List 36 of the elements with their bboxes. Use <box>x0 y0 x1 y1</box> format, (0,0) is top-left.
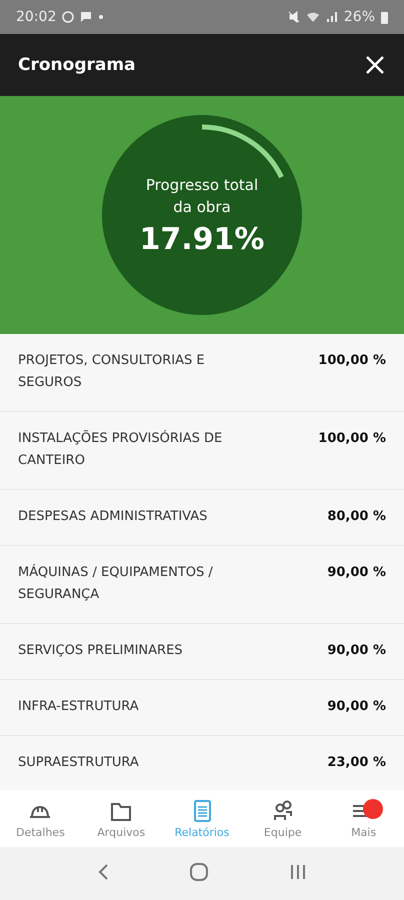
wifi-icon <box>306 11 320 23</box>
nav-tab[interactable]: Mais <box>323 790 404 847</box>
nav-tab[interactable]: Detalhes <box>0 790 81 847</box>
item-percent: 90,00 % <box>327 642 386 660</box>
progress-label: Progresso total da obra <box>144 174 260 218</box>
notification-dot-icon <box>98 14 104 20</box>
item-name: PROJETOS, CONSULTORIAS E SEGUROS <box>18 352 206 392</box>
nav-tab[interactable]: Equipe <box>242 790 324 847</box>
message-icon <box>80 11 92 23</box>
nav-tab[interactable]: Relatórios <box>162 790 242 847</box>
item-percent: 100,00 % <box>318 430 386 448</box>
item-name: SUPRAESTRUTURA <box>18 754 139 772</box>
item-percent: 100,00 % <box>318 352 386 370</box>
item-name: DESPESAS ADMINISTRATIVAS <box>18 508 208 526</box>
helmet-icon <box>29 806 52 818</box>
signal-icon <box>326 11 338 23</box>
screen-title: Cronograma <box>18 55 136 75</box>
item-name: MÁQUINAS / EQUIPAMENTOS / SEGURANÇA <box>18 563 214 604</box>
mute-icon <box>288 11 300 23</box>
menu-icon <box>352 804 370 816</box>
battery-level: 26% <box>344 9 375 25</box>
item-percent: 90,00 % <box>327 698 386 716</box>
team-icon <box>274 800 292 820</box>
item-name: INSTALAÇÕES PROVISÓRIAS DE CANTEIRO <box>18 429 224 470</box>
progress-value: 17.91% <box>140 222 264 256</box>
item-percent: 23,00 % <box>327 754 386 772</box>
folder-icon <box>111 802 132 820</box>
status-time: 20:02 <box>16 9 56 25</box>
close-icon[interactable] <box>364 54 386 76</box>
report-icon <box>194 800 211 822</box>
item-percent: 90,00 % <box>327 564 386 582</box>
item-percent: 80,00 % <box>327 508 386 526</box>
item-name: SERVIÇOS PRELIMINARES <box>18 642 183 660</box>
nav-tab[interactable]: Arquivos <box>80 790 162 847</box>
battery-icon <box>381 10 388 24</box>
item-name: INFRA-ESTRUTURA <box>18 698 139 716</box>
